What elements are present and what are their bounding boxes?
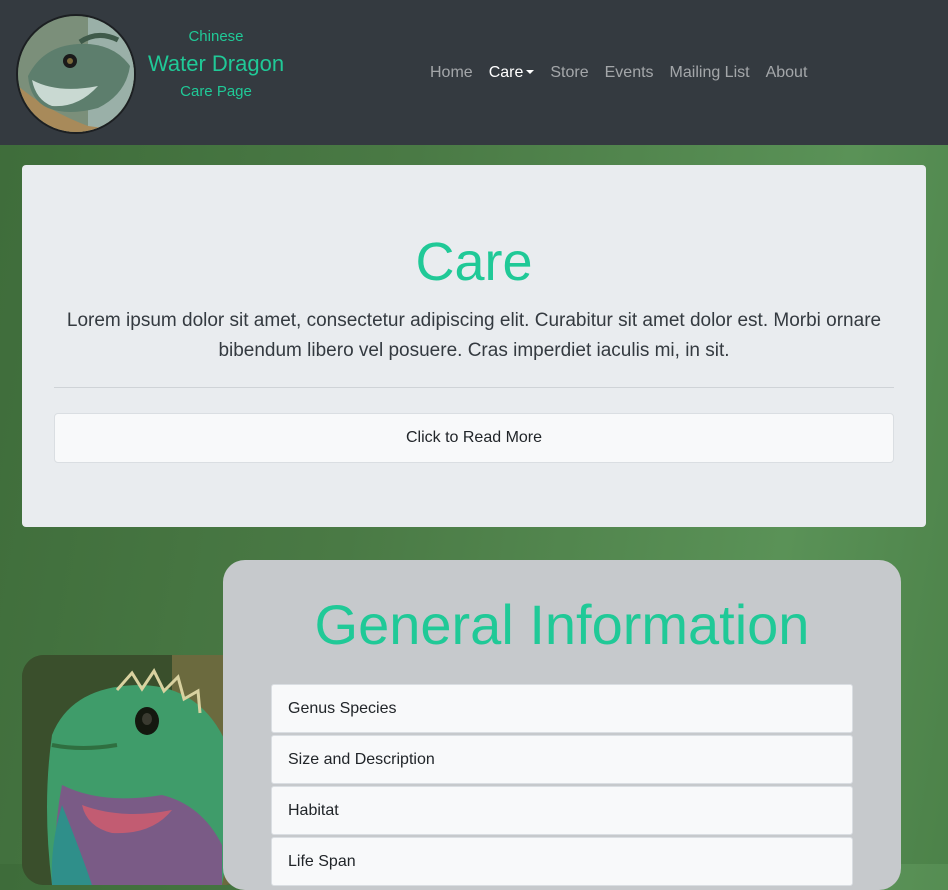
- divider: [54, 387, 894, 388]
- care-intro-text: Lorem ipsum dolor sit amet, consectetur …: [66, 310, 882, 361]
- nav-care-label: Care: [488, 64, 524, 81]
- nav-links: Home Care Store Events Mailing List Abou…: [430, 62, 823, 84]
- brand[interactable]: Chinese Water Dragon Care Page: [140, 28, 292, 101]
- brand-line-3: Care Page: [180, 83, 252, 100]
- info-item-genus-species[interactable]: Genus Species: [271, 684, 853, 733]
- care-title: Care: [415, 232, 533, 292]
- navbar: Chinese Water Dragon Care Page Home Care…: [0, 0, 948, 145]
- nav-home[interactable]: Home: [430, 62, 473, 84]
- read-more-button[interactable]: Click to Read More: [54, 413, 894, 463]
- caret-down-icon: [526, 70, 535, 74]
- nav-mailing-list[interactable]: Mailing List: [670, 62, 750, 84]
- general-info-title: General Information: [314, 593, 810, 656]
- nav-about[interactable]: About: [766, 62, 808, 84]
- info-item-habitat[interactable]: Habitat: [271, 786, 853, 835]
- brand-line-1: Chinese: [188, 28, 244, 45]
- info-item-life-span[interactable]: Life Span: [271, 837, 853, 886]
- water-dragon-avatar[interactable]: [16, 14, 136, 134]
- info-item-size-description[interactable]: Size and Description: [271, 735, 853, 784]
- nav-care-dropdown[interactable]: Care: [489, 62, 535, 84]
- care-jumbotron: Care Lorem ipsum dolor sit amet, consect…: [22, 165, 926, 527]
- brand-title: Water Dragon: [147, 51, 285, 76]
- nav-events[interactable]: Events: [605, 62, 654, 84]
- nav-store[interactable]: Store: [550, 62, 588, 84]
- general-info-list: Genus Species Size and Description Habit…: [271, 684, 853, 888]
- general-information-card: General Information Genus Species Size a…: [223, 560, 901, 890]
- water-dragon-photo: [22, 655, 248, 885]
